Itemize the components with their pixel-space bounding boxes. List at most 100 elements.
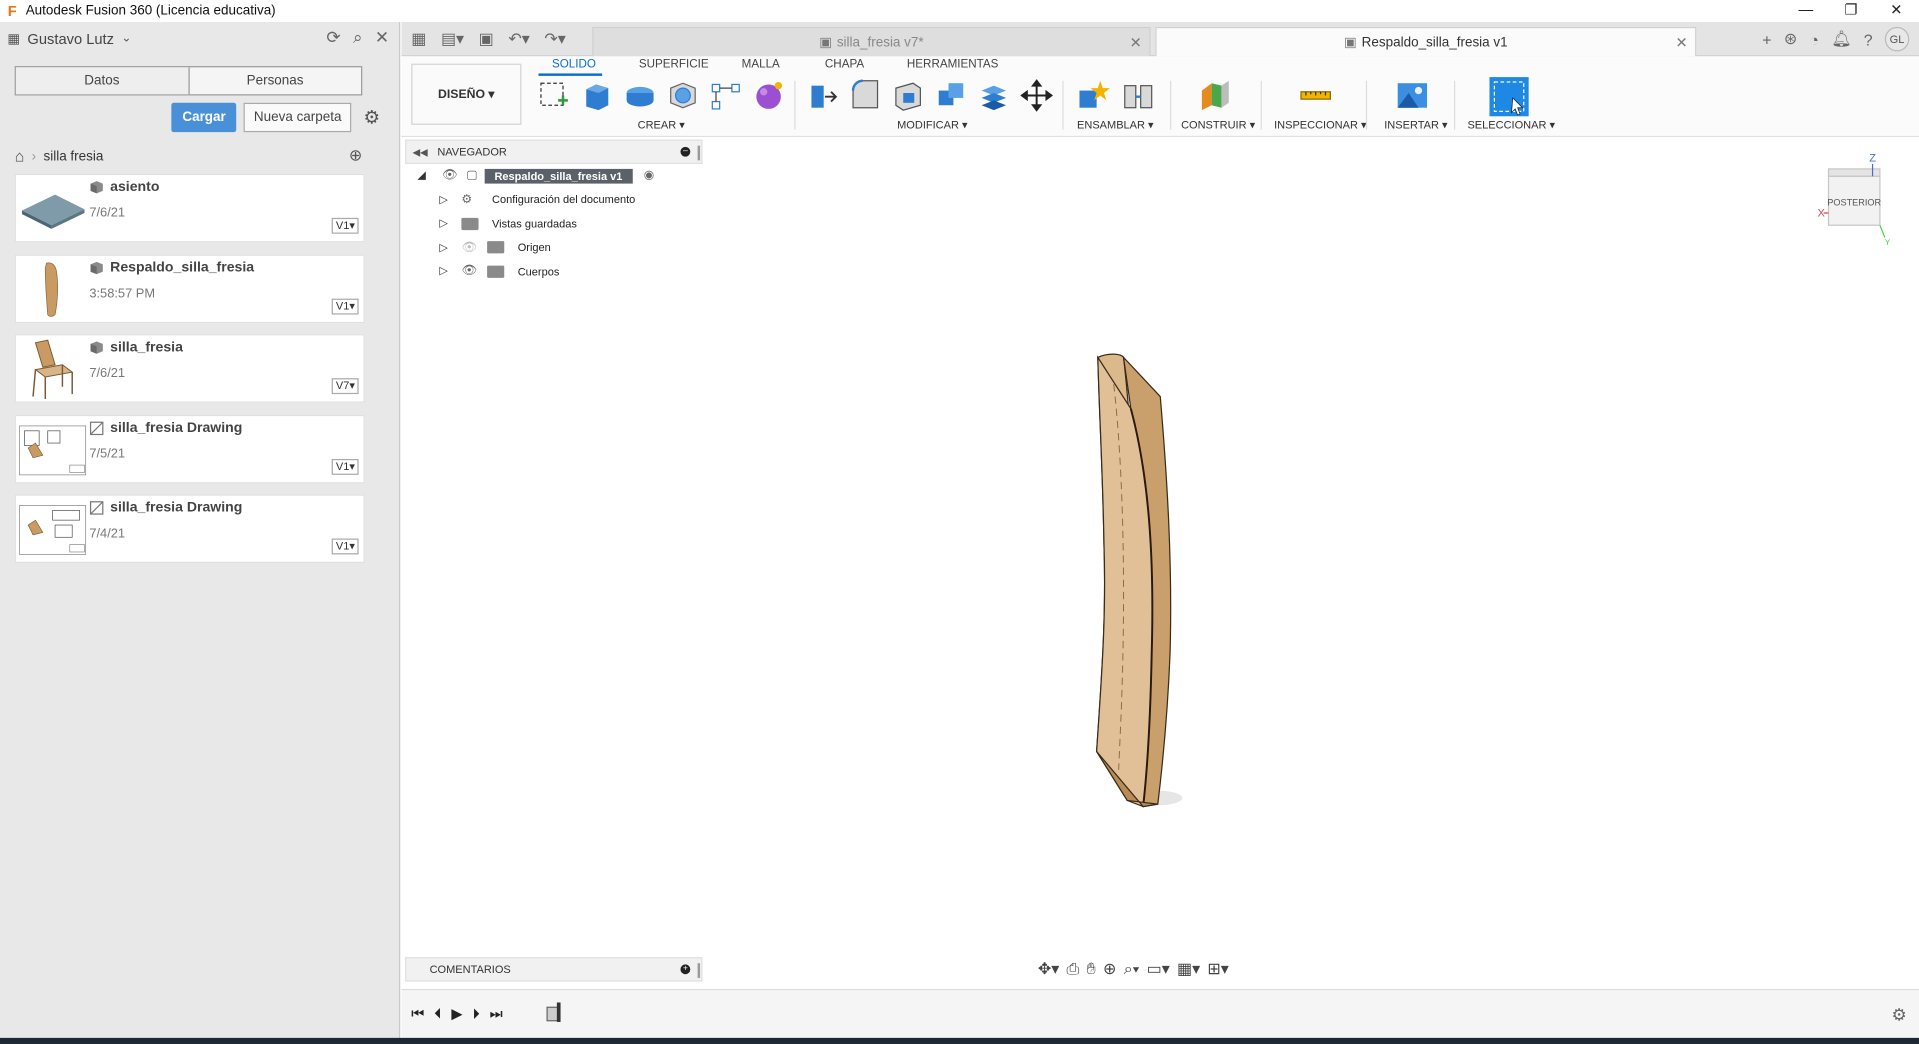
group-crear[interactable]: CREAR ▾ [638,119,685,132]
shell-icon[interactable] [891,78,925,112]
expand-arrow-icon[interactable]: ▷ [439,241,447,254]
orbit-icon[interactable]: ✥▾ [1038,960,1059,980]
version-dropdown[interactable]: V1▾ [332,217,359,234]
version-dropdown[interactable]: V1▾ [332,298,359,314]
job-status-icon[interactable]: ◔ [1809,30,1819,48]
sweep-icon[interactable] [666,78,700,112]
resize-handle[interactable] [697,963,701,978]
close-window-button[interactable]: ✕ [1874,0,1919,22]
offset-plane-icon[interactable] [1197,78,1231,112]
globe-share-icon[interactable]: ⊕ [349,146,362,166]
breadcrumb-folder[interactable]: silla fresia [43,149,103,164]
tree-item-saved-views[interactable]: ▷ Vistas guardadas [405,212,702,236]
minimize-button[interactable]: — [1783,0,1828,22]
new-component-icon[interactable] [1076,78,1111,112]
display-settings-icon[interactable]: ▭▾ [1147,960,1170,980]
tree-item-origin[interactable]: ▷ 👁︎ Origen [405,236,702,260]
group-ensamblar[interactable]: ENSAMBLAR ▾ [1077,119,1154,132]
fit-icon[interactable]: ⌕▾ [1124,960,1140,980]
offset-face-icon[interactable] [977,78,1011,112]
chair-backrest-model[interactable] [1087,348,1222,819]
tree-root[interactable]: ◢ 👁︎ ▢ Respaldo_silla_fresia v1 ◉ [405,164,702,188]
notifications-icon[interactable]: 🔔︎ [1831,29,1851,49]
grid-settings-icon[interactable]: ▦▾ [1177,960,1200,980]
chevron-down-icon[interactable]: ⌄ [121,32,131,45]
pattern-icon[interactable] [709,78,743,112]
step-forward-icon[interactable]: ⏵︎ [473,1005,480,1023]
data-panel-toggle-icon[interactable]: ▦ [411,29,426,49]
timeline-feature-marker[interactable] [546,1002,563,1022]
help-icon[interactable]: ? [1864,30,1873,48]
expand-arrow-icon[interactable]: ◢ [417,169,425,182]
comments-panel[interactable]: COMENTARIOS + [405,957,703,982]
collapse-browser-icon[interactable]: ◀◀ [412,146,427,157]
save-icon[interactable]: ▣ [479,29,494,49]
tab-datos[interactable]: Datos [15,67,190,95]
view-cube[interactable]: Z X Y POSTERIOR [1816,152,1889,250]
group-inspeccionar[interactable]: INSPECCIONAR ▾ [1274,119,1366,132]
undo-icon[interactable]: ↶▾ [508,29,529,49]
tab-chapa[interactable]: CHAPA [825,58,864,71]
file-card[interactable]: silla_fresia 7/6/21 V7▾ [14,334,365,403]
file-card[interactable]: asiento 7/6/21 V1▾ [14,173,365,243]
pan-icon[interactable]: ✋︎ [1087,960,1096,980]
expand-arrow-icon[interactable]: ▷ [439,265,447,278]
redo-icon[interactable]: ↷▾ [544,29,565,49]
visibility-eye-icon[interactable]: 👁︎ [442,169,458,182]
hidden-eye-icon[interactable]: 👁︎ [461,241,477,254]
expand-arrow-icon[interactable]: ▷ [439,217,447,230]
extrude-icon[interactable] [580,78,614,112]
group-seleccionar[interactable]: SELECCIONAR ▾ [1467,119,1555,132]
extensions-icon[interactable]: ⊛ [1784,29,1797,49]
user-name[interactable]: Gustavo Lutz [27,30,114,47]
timeline-settings-gear-icon[interactable]: ⚙ [1891,1005,1906,1026]
group-insertar[interactable]: INSERTAR ▾ [1384,119,1447,132]
look-at-icon[interactable]: ⎙ [1067,960,1080,980]
file-card[interactable]: silla_fresia Drawing 7/5/21 V1▾ [14,414,365,483]
tab-herramientas[interactable]: HERRAMIENTAS [907,58,999,71]
tab-personas[interactable]: Personas [189,67,361,94]
upload-button[interactable]: Cargar [171,102,237,133]
add-comment-icon[interactable]: + [680,964,691,975]
version-dropdown[interactable]: V1▾ [332,538,359,555]
close-tab-icon[interactable]: ✕ [1675,34,1687,51]
go-to-start-icon[interactable]: ⏮︎ [411,1005,424,1023]
joint-icon[interactable] [1121,78,1155,112]
search-icon[interactable]: ⌕ [353,27,363,48]
move-icon[interactable] [1020,78,1054,112]
fillet-icon[interactable] [848,78,882,112]
tab-solido[interactable]: SOLIDO [552,58,596,71]
version-dropdown[interactable]: V1▾ [332,458,359,475]
zoom-icon[interactable]: ⊕ [1103,960,1116,980]
close-tab-icon[interactable]: ✕ [1130,34,1142,51]
revolve-icon[interactable] [623,78,657,112]
minimize-icon[interactable]: – [680,146,691,157]
expand-arrow-icon[interactable]: ▷ [439,193,447,206]
activate-radio-icon[interactable]: ◉ [644,169,655,182]
group-construir[interactable]: CONSTRUIR ▾ [1181,119,1255,132]
select-icon[interactable] [1488,76,1530,118]
tab-malla[interactable]: MALLA [742,58,780,71]
visibility-eye-icon[interactable]: 👁︎ [461,265,477,278]
form-icon[interactable] [751,78,785,112]
tree-item-document-settings[interactable]: ▷ ⚙ Configuración del documento [405,188,702,212]
go-to-end-icon[interactable]: ⏭︎ [490,1005,503,1023]
file-menu-icon[interactable]: ▤▾ [441,29,464,49]
restore-button[interactable]: ❐ [1829,0,1874,22]
apps-grid-icon[interactable]: ▦ [7,31,20,47]
file-card[interactable]: silla_fresia Drawing 7/4/21 V1▾ [14,494,365,563]
new-tab-icon[interactable]: + [1762,30,1771,48]
settings-gear-icon[interactable]: ⚙ [364,106,380,129]
new-folder-button[interactable]: Nueva carpeta [244,102,352,133]
version-dropdown[interactable]: V7▾ [332,378,359,395]
tab-respaldo[interactable]: ▣ Respaldo_silla_fresia v1 ✕ [1155,26,1697,57]
play-icon[interactable]: ▶ [451,1005,462,1023]
create-sketch-icon[interactable] [537,78,571,112]
group-modificar[interactable]: MODIFICAR ▾ [897,119,967,132]
file-card[interactable]: Respaldo_silla_fresia 3:58:57 PM V1▾ [14,253,365,323]
home-icon[interactable]: ⌂ [15,147,25,165]
refresh-icon[interactable]: ⟳ [326,27,340,48]
viewports-icon[interactable]: ⊞▾ [1207,960,1228,980]
measure-icon[interactable] [1299,78,1333,112]
canvas-viewport[interactable]: ◀◀ NAVEGADOR – ◢ 👁︎ ▢ Respaldo_silla_fre… [401,137,1919,989]
